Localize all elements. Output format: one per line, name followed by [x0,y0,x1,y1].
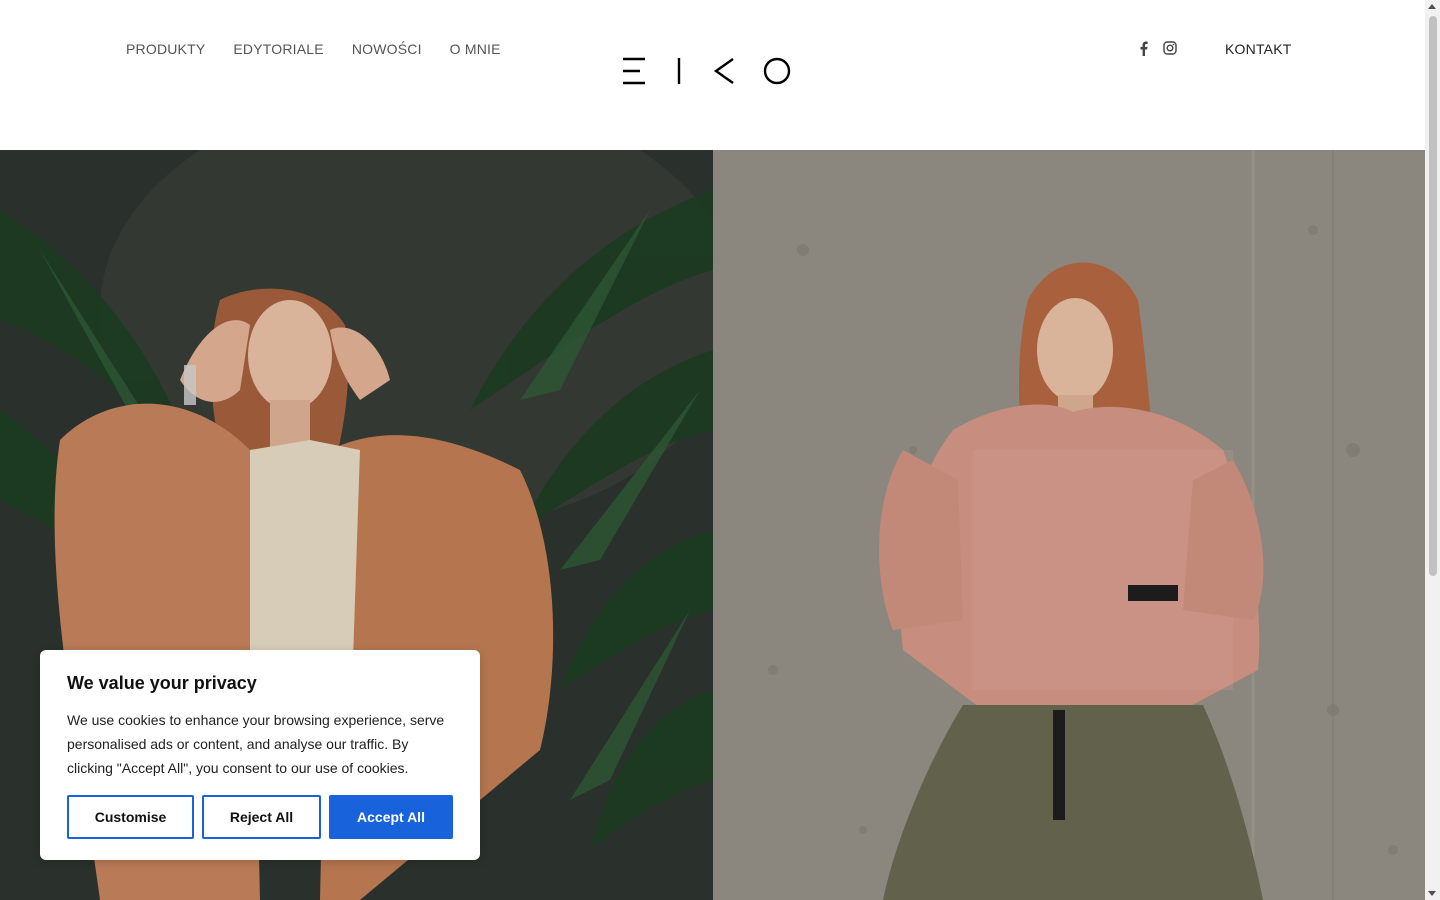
site-header: PRODUKTY EDYTORIALE NOWOŚCI O MNIE KONTA… [0,0,1425,150]
contact-link[interactable]: KONTAKT [1225,40,1291,58]
site-logo[interactable] [620,56,794,86]
reject-all-button[interactable]: Reject All [202,795,321,839]
photo-right-illustration [713,150,1425,900]
cookie-banner-actions: Customise Reject All Accept All [67,795,453,839]
nav-item-o-mnie[interactable]: O MNIE [450,40,501,58]
cookie-banner-body: We use cookies to enhance your browsing … [67,712,445,776]
main-nav: PRODUKTY EDYTORIALE NOWOŚCI O MNIE [126,40,501,58]
nav-item-nowosci[interactable]: NOWOŚCI [352,40,422,58]
scroll-down-arrow-icon[interactable] [1428,891,1436,896]
accept-all-button[interactable]: Accept All [329,795,453,839]
instagram-icon[interactable] [1163,40,1177,56]
nav-item-edytoriale[interactable]: EDYTORIALE [233,40,323,58]
cookie-banner-title: We value your privacy [67,673,257,693]
editorial-photo-right[interactable] [713,150,1425,900]
nav-item-produkty[interactable]: PRODUKTY [126,40,205,58]
facebook-icon[interactable] [1136,40,1150,56]
customise-button[interactable]: Customise [67,795,194,839]
page-scrollbar[interactable] [1425,0,1440,900]
logo-mark [623,57,791,85]
cookie-consent-banner: We value your privacy We use cookies to … [40,650,480,860]
scroll-up-arrow-icon[interactable] [1428,4,1436,9]
scrollbar-thumb[interactable] [1429,16,1437,576]
social-links [1136,40,1177,56]
